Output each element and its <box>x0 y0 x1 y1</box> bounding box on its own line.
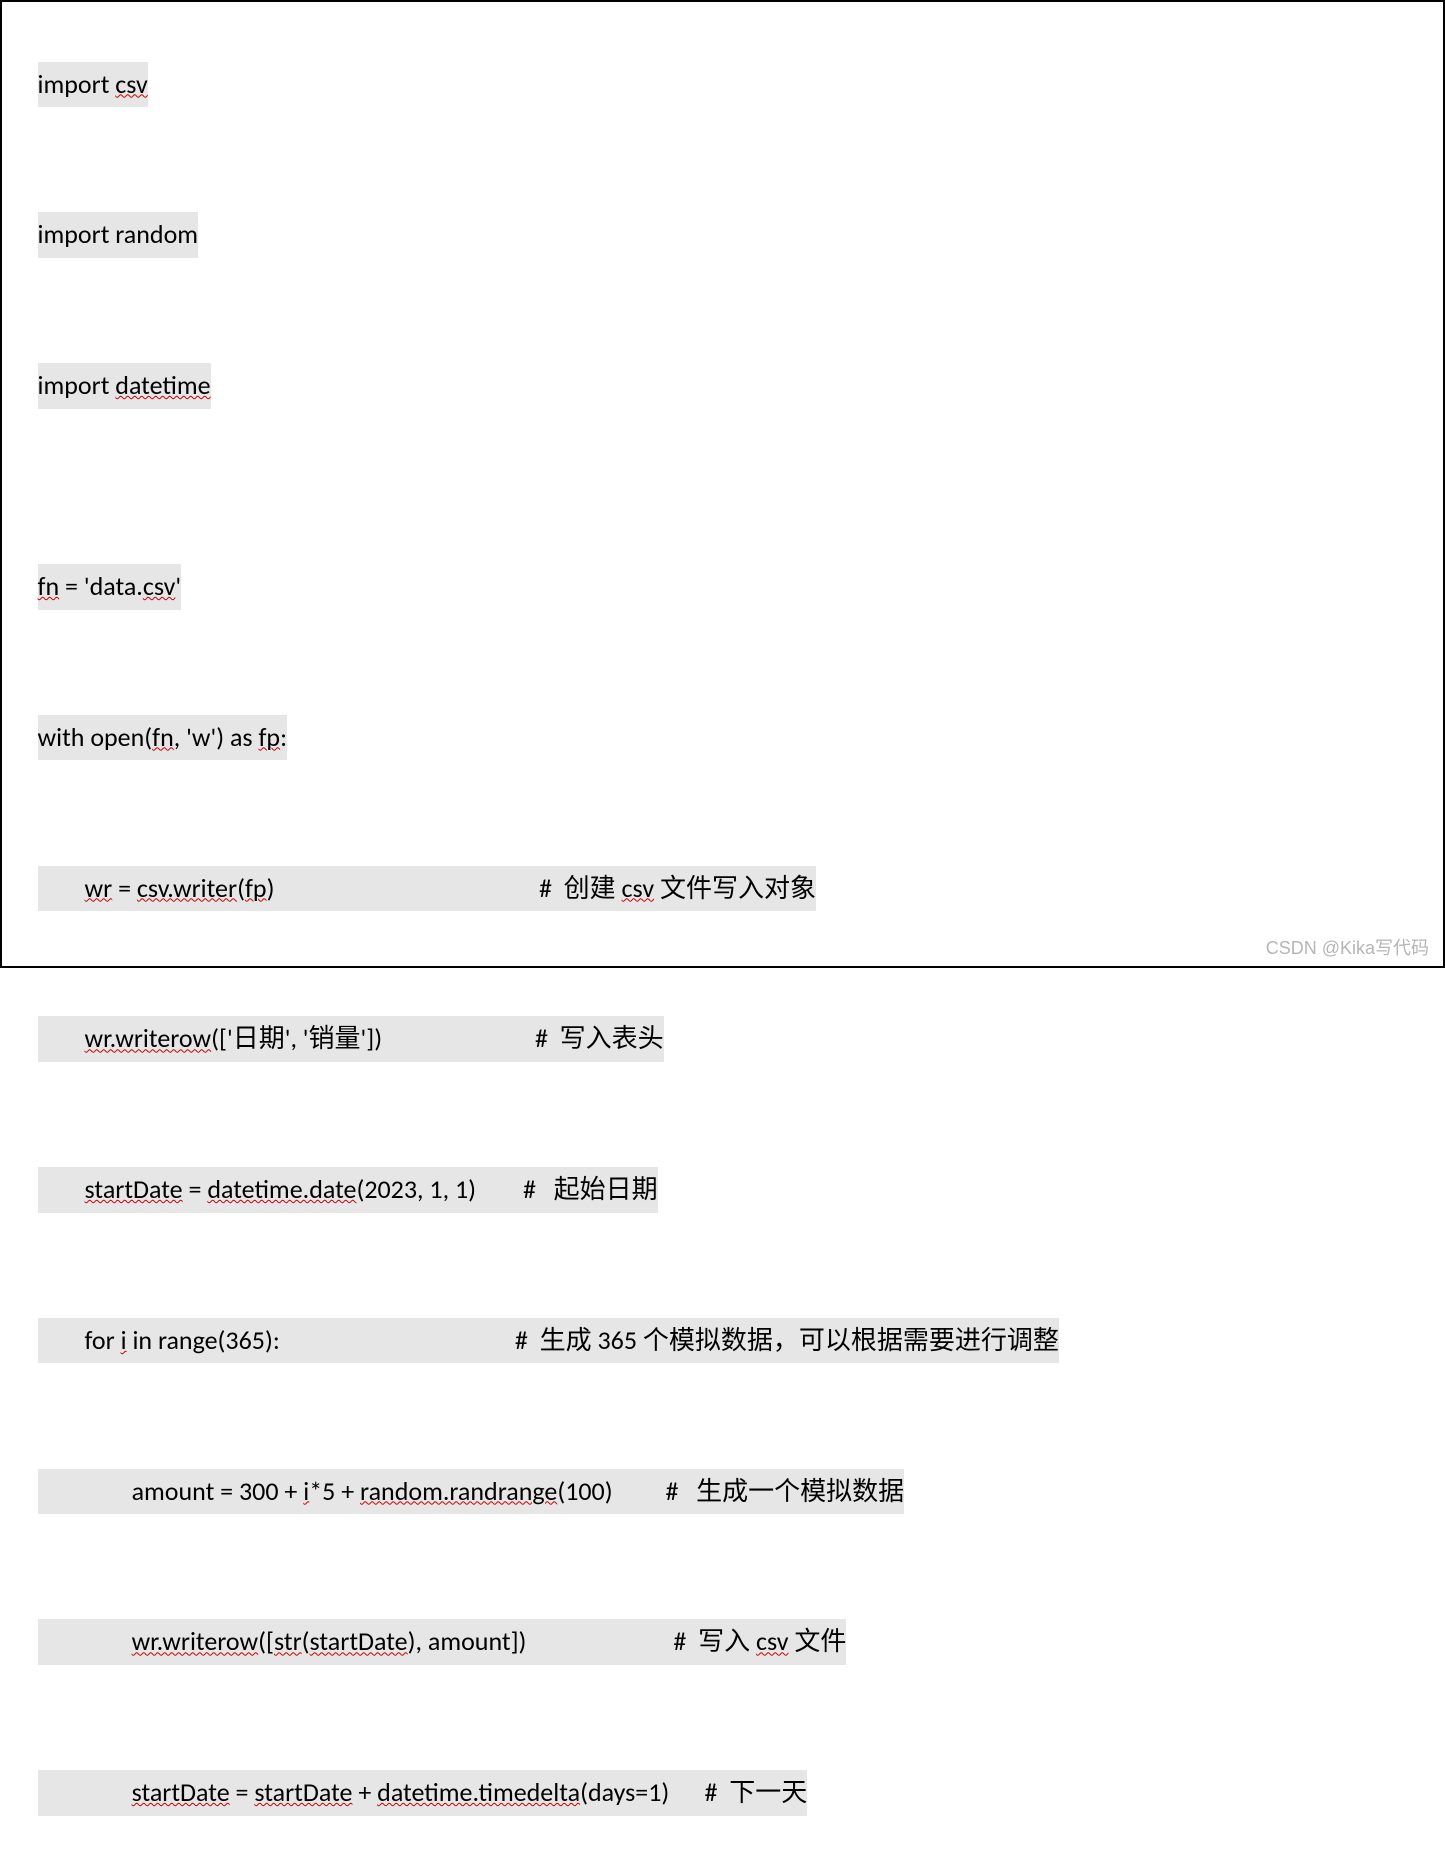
squiggle-word: wr <box>85 872 113 904</box>
code-line-2: import random <box>14 171 1431 300</box>
squiggle-word: csv <box>143 570 176 602</box>
squiggle-word: fp <box>258 721 280 753</box>
code-line-9: for i in range(365): # 生成 365 个模拟数据，可以根据… <box>14 1276 1431 1405</box>
squiggle-word: wr.writerow <box>132 1625 259 1657</box>
squiggle-word: str <box>274 1625 302 1657</box>
squiggle-word: csv <box>756 1625 789 1657</box>
squiggle-word: startDate <box>310 1625 408 1657</box>
watermark-text: CSDN @Kika写代码 <box>1266 934 1429 960</box>
squiggle-word: datetime.timedelta <box>377 1776 580 1808</box>
highlighted-text: import random <box>38 212 199 258</box>
squiggle-word: datetime.date <box>207 1173 356 1205</box>
code-line-1: import csv <box>14 20 1431 149</box>
squiggle-word: wr.writerow <box>85 1022 212 1054</box>
highlighted-text: for i in range(365): # 生成 365 个模拟数据，可以根据… <box>38 1318 1059 1364</box>
squiggle-word: fn <box>152 721 174 753</box>
squiggle-word: datetime <box>115 369 210 401</box>
squiggle-word: csv <box>622 872 655 904</box>
code-line-4: fn = 'data.csv' <box>14 522 1431 651</box>
highlighted-text: fn = 'data.csv' <box>38 564 182 610</box>
code-line-11: wr.writerow([str(startDate), amount]) # … <box>14 1578 1431 1707</box>
code-line-7: wr.writerow(['日期', '销量']) # 写入表头 <box>14 975 1431 1104</box>
squiggle-word: csv <box>115 68 148 100</box>
code-line-5: with open(fn, 'w') as fp: <box>14 673 1431 802</box>
highlighted-text: wr.writerow(['日期', '销量']) # 写入表头 <box>38 1016 664 1062</box>
code-line-3: import datetime <box>14 322 1431 451</box>
squiggle-word: random.randrange <box>360 1475 557 1507</box>
squiggle-word: startDate <box>254 1776 352 1808</box>
squiggle-word: startDate <box>85 1173 183 1205</box>
squiggle-word: fn <box>38 570 60 602</box>
document-page: import csv import random import datetime… <box>0 0 1445 968</box>
highlighted-text: with open(fn, 'w') as fp: <box>38 715 288 761</box>
highlighted-text: amount = 300 + i*5 + random.randrange(10… <box>38 1469 905 1515</box>
code-line-12: startDate = startDate + datetime.timedel… <box>14 1729 1431 1857</box>
highlighted-text: wr.writerow([str(startDate), amount]) # … <box>38 1619 847 1665</box>
highlighted-text: import csv <box>38 62 148 108</box>
code-line-8: startDate = datetime.date(2023, 1, 1) # … <box>14 1125 1431 1254</box>
highlighted-text: wr = csv.writer(fp) # 创建 csv 文件写入对象 <box>38 866 816 912</box>
highlighted-text: startDate = startDate + datetime.timedel… <box>38 1770 808 1816</box>
squiggle-word: startDate <box>132 1776 230 1808</box>
code-line-6: wr = csv.writer(fp) # 创建 csv 文件写入对象 <box>14 824 1431 953</box>
squiggle-word: fp <box>245 872 267 904</box>
highlighted-text: startDate = datetime.date(2023, 1, 1) # … <box>38 1167 658 1213</box>
squiggle-word: csv.writer <box>137 872 237 904</box>
highlighted-text: import datetime <box>38 363 211 409</box>
code-line-10: amount = 300 + i*5 + random.randrange(10… <box>14 1427 1431 1556</box>
